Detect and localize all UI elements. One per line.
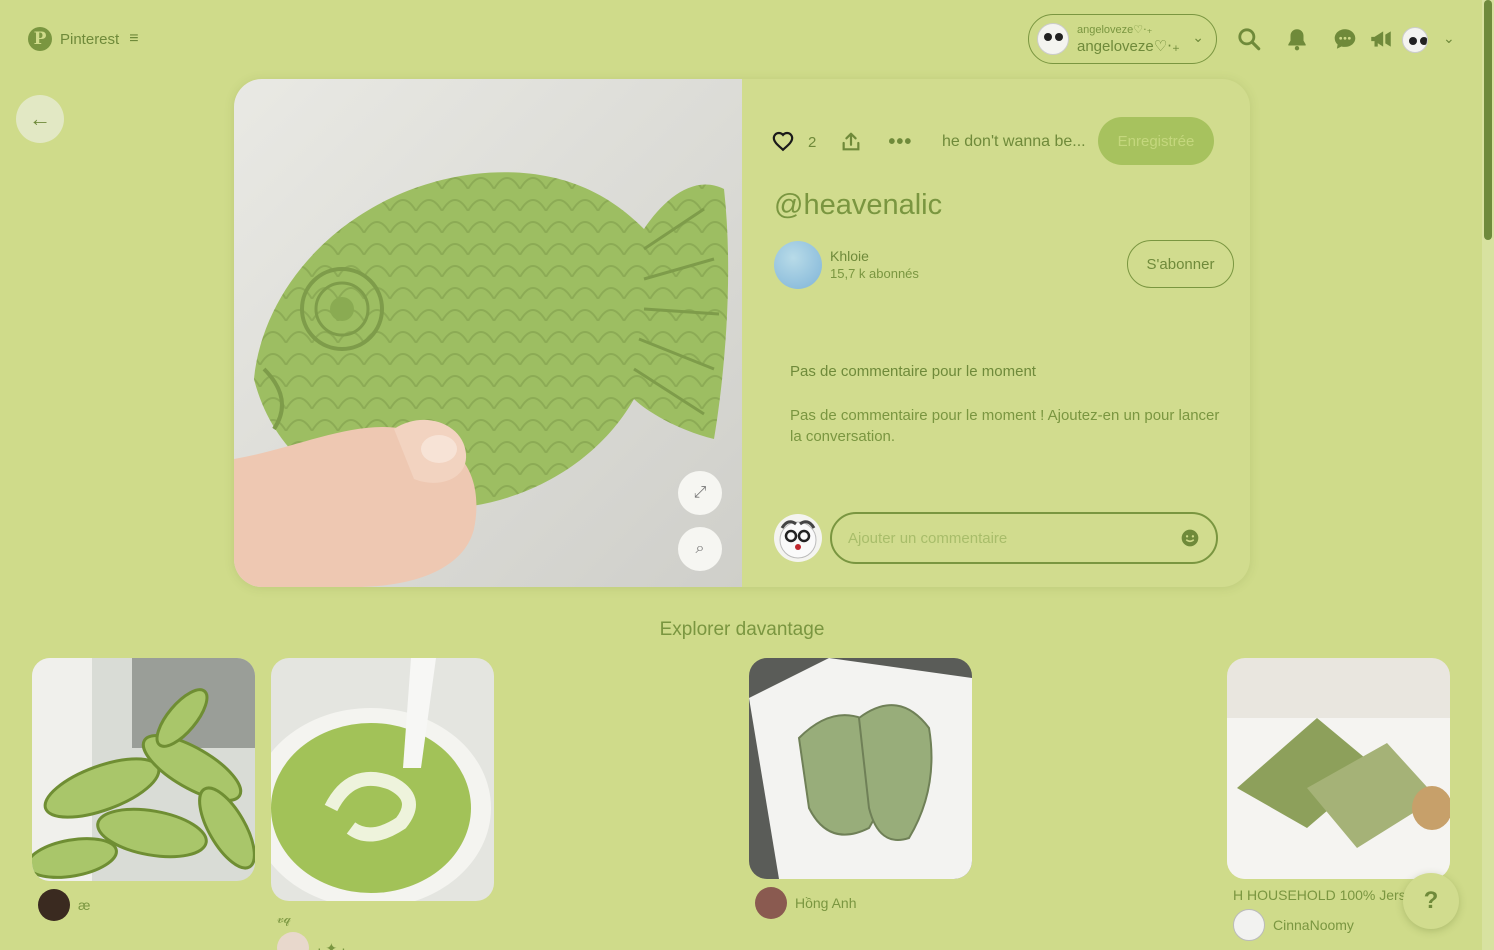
chevron-down-icon[interactable]: ⌄ — [1443, 30, 1455, 47]
account-avatar — [1037, 23, 1069, 55]
author-avatar — [755, 887, 787, 919]
explore-heading: Explorer davantage — [659, 619, 825, 640]
current-user-avatar — [774, 514, 822, 562]
brand-label: Pinterest — [60, 30, 120, 48]
help-button[interactable]: ? — [1403, 873, 1459, 929]
pin-title: @heavenalic — [774, 189, 943, 221]
explore-pin-author[interactable]: Hồng Anh — [755, 887, 857, 919]
expand-icon[interactable]: ⤢ — [678, 471, 722, 515]
search-icon[interactable] — [1236, 26, 1262, 52]
explore-pin-author[interactable]: æ — [38, 889, 90, 921]
explore-pin-image[interactable] — [1227, 658, 1450, 879]
chevron-down-icon: ⌄ — [1192, 29, 1204, 45]
explore-pin-image[interactable] — [271, 658, 494, 901]
top-nav: P Pinterest ≡ angeloveze♡‧₊ angeloveze♡‧… — [0, 0, 1480, 80]
pin-image[interactable]: ⤢ ⌕ — [234, 79, 742, 587]
author-name: · ✦ · — [317, 939, 346, 950]
bedroom-photo — [1227, 658, 1450, 879]
menu-icon[interactable]: ≡ — [129, 30, 138, 48]
explore-pin-caption: 𝓋𝓆 — [277, 910, 291, 927]
author-name: Hồng Anh — [795, 895, 857, 911]
visual-search-icon[interactable]: ⌕ — [678, 527, 722, 571]
pinterest-logo-icon: P — [28, 27, 52, 51]
creator-followers: 15,7 k abonnés — [830, 265, 919, 281]
save-button[interactable]: Enregistrée — [1098, 117, 1214, 165]
author-avatar — [277, 932, 309, 950]
share-icon[interactable] — [840, 131, 862, 153]
comments-heading: Pas de commentaire pour le moment — [790, 363, 1036, 380]
explore-pin-image[interactable] — [32, 658, 255, 881]
emoji-icon[interactable] — [1180, 528, 1200, 548]
account-small-name: angeloveze♡‧₊ — [1077, 23, 1153, 36]
account-display-name: angeloveze♡‧₊ — [1077, 37, 1180, 55]
pin-closeup-card: ⤢ ⌕ 2 ••• he don't wanna be... Enregistr… — [234, 79, 1250, 587]
explore-pin-caption: H HOUSEHOLD 100% Jerse — [1233, 887, 1414, 903]
arrow-left-icon: ← — [29, 106, 51, 131]
pinterest-home-link[interactable]: P Pinterest ≡ — [28, 27, 139, 51]
creator-avatar[interactable] — [774, 241, 822, 289]
explore-pin-image[interactable] — [749, 658, 972, 879]
explore-pin-author[interactable]: · ✦ · — [277, 932, 346, 950]
account-switcher-button[interactable]: angeloveze♡‧₊ angeloveze♡‧₊ ⌄ — [1028, 14, 1217, 64]
more-options-icon[interactable]: ••• — [888, 131, 912, 154]
creator-info[interactable]: Khloie 15,7 k abonnés — [774, 241, 919, 289]
like-count: 2 — [808, 133, 817, 151]
author-name: CinnaNoomy — [1273, 917, 1354, 933]
explore-pin-author[interactable]: CinnaNoomy — [1233, 909, 1354, 941]
back-button[interactable]: ← — [16, 95, 64, 143]
heart-icon[interactable] — [772, 131, 794, 153]
notifications-bell-icon[interactable] — [1284, 26, 1310, 52]
matcha-latte-photo — [271, 658, 494, 901]
author-avatar — [38, 889, 70, 921]
comment-input[interactable] — [848, 529, 1168, 547]
author-avatar — [1233, 909, 1265, 941]
author-name: æ — [78, 897, 91, 913]
follow-button[interactable]: S'abonner — [1127, 240, 1234, 288]
messages-icon[interactable] — [1332, 26, 1358, 52]
megaphone-icon[interactable] — [1368, 26, 1394, 52]
comments-empty-text: Pas de commentaire pour le moment ! Ajou… — [790, 407, 1220, 445]
pin-caption: H HOUSEHOLD 100% Jerse — [1233, 887, 1414, 903]
scrollbar-thumb[interactable] — [1484, 0, 1492, 240]
plant-photo — [32, 658, 255, 881]
board-selector[interactable]: he don't wanna be... — [942, 133, 1086, 151]
taiyaki-photo — [234, 79, 742, 587]
profile-avatar[interactable] — [1402, 27, 1428, 53]
comment-field[interactable] — [830, 512, 1218, 564]
pin-caption: 𝓋𝓆 — [277, 910, 291, 926]
creator-name[interactable]: Khloie — [830, 247, 919, 265]
taiyaki-bag-photo — [749, 658, 972, 879]
